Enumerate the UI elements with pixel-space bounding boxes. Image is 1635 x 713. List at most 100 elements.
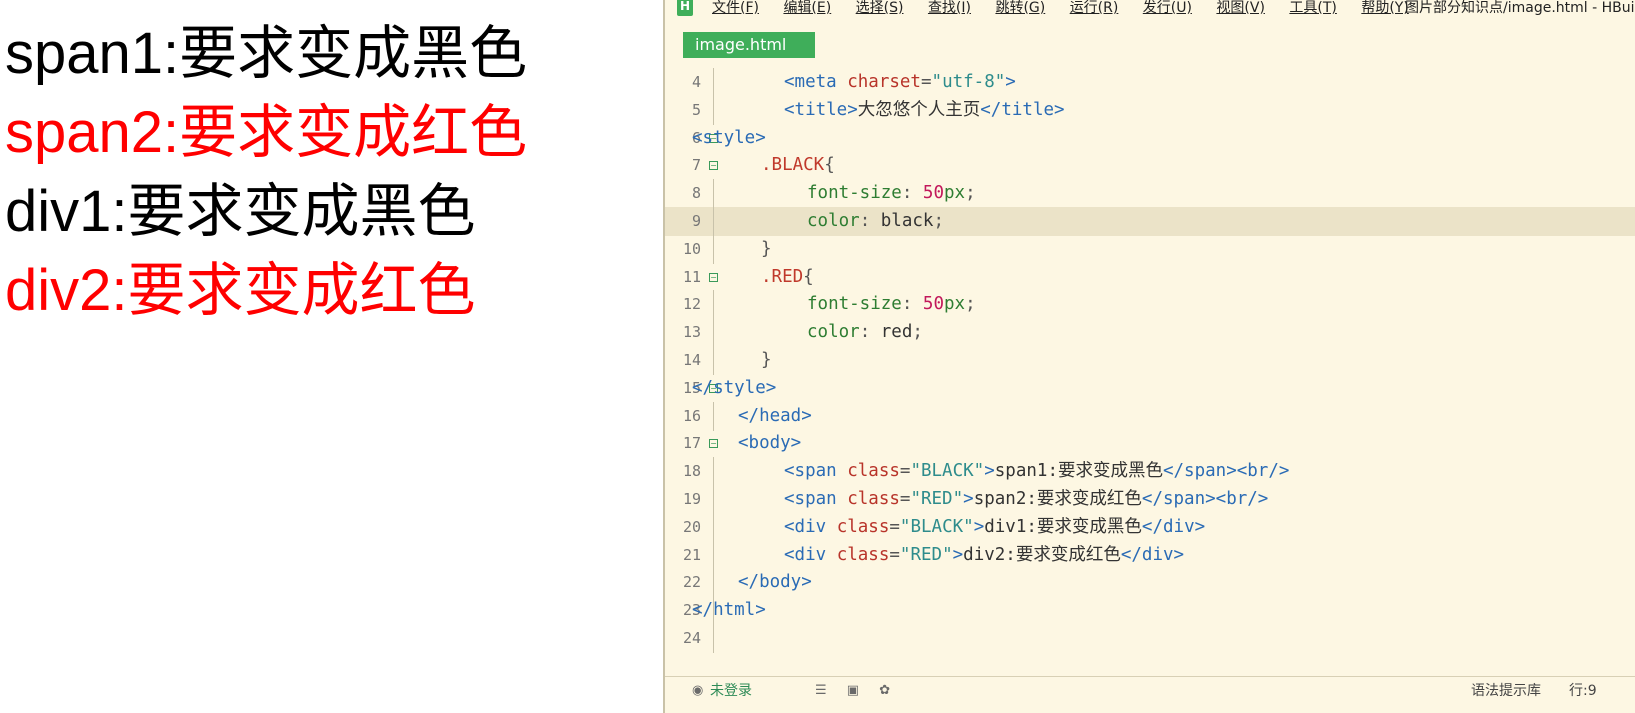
fold-guide bbox=[713, 68, 714, 97]
code-token: : bbox=[859, 322, 881, 343]
code-token: : bbox=[901, 294, 923, 315]
code-line[interactable]: 12 font-size: 50px; bbox=[665, 290, 1635, 320]
code-line[interactable]: 18 <span class="BLACK">span1:要求变成黑色</span… bbox=[665, 457, 1635, 487]
code-line[interactable]: 20 <div class="BLACK">div1:要求变成黑色</div> bbox=[665, 512, 1635, 542]
code-line[interactable]: 17− <body> bbox=[665, 429, 1635, 458]
code-token: </style> bbox=[692, 377, 777, 398]
line-number: 13 bbox=[682, 323, 701, 342]
code-text: <span class="BLACK">span1:要求变成黑色</span><… bbox=[784, 457, 1289, 486]
code-token: 50 bbox=[922, 294, 944, 315]
code-token: > bbox=[984, 461, 995, 482]
window-title: 图片部分知识点/image.html - HBuilder X bbox=[1405, 0, 1635, 16]
code-token: } bbox=[761, 238, 772, 259]
code-text: } bbox=[761, 235, 772, 264]
code-line[interactable]: 14} bbox=[665, 346, 1635, 375]
fold-toggle-icon[interactable]: − bbox=[709, 272, 718, 282]
menu-run[interactable]: 运行(R) bbox=[1070, 0, 1119, 17]
code-token: charset bbox=[847, 72, 921, 92]
code-line[interactable]: 11− .RED{ bbox=[665, 263, 1635, 292]
code-token: </body> bbox=[738, 572, 812, 593]
code-token: .BLACK bbox=[761, 155, 825, 176]
code-line[interactable]: 5 <title>大忽悠个人主页</title> bbox=[665, 95, 1635, 125]
line-number: 24 bbox=[682, 629, 701, 647]
menu-goto[interactable]: 跳转(G) bbox=[995, 0, 1045, 17]
preview-line-4: div2:要求变成红色 bbox=[5, 258, 476, 323]
fold-guide bbox=[713, 540, 714, 570]
code-text: </html> bbox=[692, 596, 766, 625]
line-number: 8 bbox=[691, 184, 701, 203]
line-number: 21 bbox=[682, 545, 701, 564]
code-line[interactable]: 19 <span class="RED">span2:要求变成红色</span><… bbox=[665, 485, 1635, 514]
code-line[interactable]: 9 color: black; bbox=[665, 207, 1635, 236]
code-text: font-size: 50px; bbox=[807, 290, 976, 319]
code-token: red bbox=[880, 322, 913, 343]
line-number: 12 bbox=[682, 295, 701, 314]
code-token: class bbox=[847, 461, 900, 482]
code-line[interactable]: 22 </body> bbox=[665, 568, 1635, 598]
menu-publish[interactable]: 发行(U) bbox=[1143, 0, 1192, 17]
menu-bar: H 文件(F) 编辑(E) 选择(S) 查找(I) 跳转(G) 运行(R) 发行… bbox=[665, 0, 1635, 20]
code-line[interactable]: 23 </html> bbox=[665, 596, 1635, 626]
code-editor-window: H 文件(F) 编辑(E) 选择(S) 查找(I) 跳转(G) 运行(R) 发行… bbox=[663, 0, 1635, 713]
plugin-icon[interactable]: ✿ bbox=[879, 683, 890, 698]
code-text: .RED{ bbox=[761, 263, 814, 292]
code-token: font-size bbox=[807, 294, 902, 315]
fold-toggle-icon[interactable]: − bbox=[709, 161, 718, 171]
code-token: <style> bbox=[692, 127, 766, 148]
code-text: </head> bbox=[738, 402, 812, 431]
menu-tools[interactable]: 工具(T) bbox=[1289, 0, 1336, 17]
code-line[interactable]: 16 </head> bbox=[665, 401, 1635, 431]
code-line[interactable]: 21 <div class="RED">div2:要求变成红色</div> bbox=[665, 540, 1635, 570]
menu-file[interactable]: 文件(F) bbox=[712, 0, 759, 17]
code-token: font-size bbox=[807, 183, 902, 204]
user-icon[interactable]: ◉ bbox=[692, 677, 703, 705]
line-number: 4 bbox=[691, 73, 701, 91]
code-token: </head> bbox=[738, 405, 812, 426]
menu-select[interactable]: 选择(S) bbox=[856, 0, 904, 17]
syntax-library-button[interactable]: 语法提示库 bbox=[1471, 677, 1541, 705]
code-line[interactable]: 10} bbox=[665, 234, 1635, 264]
code-text: </body> bbox=[738, 568, 812, 597]
fold-guide bbox=[713, 318, 714, 348]
menu-view[interactable]: 视图(V) bbox=[1216, 0, 1265, 17]
code-token: ; bbox=[933, 211, 944, 231]
code-token: color bbox=[807, 211, 860, 231]
fold-guide bbox=[713, 234, 714, 264]
code-line[interactable]: 8 font-size: 50px; bbox=[665, 179, 1635, 209]
line-number: 20 bbox=[682, 517, 701, 536]
code-token: </html> bbox=[692, 600, 766, 621]
line-number: 19 bbox=[682, 490, 701, 508]
code-text: <span class="RED">span2:要求变成红色</span><br… bbox=[784, 485, 1268, 514]
code-token: class bbox=[847, 489, 900, 509]
code-line[interactable]: 7− .BLACK{ bbox=[665, 151, 1635, 180]
menu-help[interactable]: 帮助(Y) bbox=[1361, 0, 1408, 17]
outline-icon[interactable]: ☰ bbox=[815, 683, 827, 698]
terminal-icon[interactable]: ▣ bbox=[847, 683, 859, 698]
code-token: div1:要求变成黑色 bbox=[984, 516, 1142, 537]
menu-items: 文件(F) 编辑(E) 选择(S) 查找(I) 跳转(G) 运行(R) 发行(U… bbox=[712, 0, 1429, 17]
code-token: .RED bbox=[761, 266, 804, 287]
fold-toggle-icon[interactable]: − bbox=[709, 439, 718, 449]
fold-guide bbox=[713, 401, 714, 431]
code-token: <body> bbox=[738, 433, 802, 454]
line-number: 9 bbox=[691, 212, 701, 230]
line-number: 5 bbox=[691, 100, 701, 119]
preview-line-1: span1:要求变成黑色 bbox=[5, 21, 528, 86]
code-token: "BLACK" bbox=[899, 516, 974, 537]
code-line[interactable]: 4 <meta charset="utf-8"> bbox=[665, 68, 1635, 97]
code-line[interactable]: 6− <style> bbox=[665, 124, 1635, 153]
code-token: </div> bbox=[1141, 516, 1206, 537]
line-number: 16 bbox=[682, 406, 701, 425]
menu-find[interactable]: 查找(I) bbox=[928, 0, 971, 17]
line-number: 17 bbox=[682, 434, 701, 453]
code-text: <meta charset="utf-8"> bbox=[784, 68, 1016, 97]
app-logo-icon[interactable]: H bbox=[677, 0, 693, 16]
code-line[interactable]: 24 bbox=[665, 624, 1635, 653]
code-token: black bbox=[880, 211, 934, 231]
menu-edit[interactable]: 编辑(E) bbox=[783, 0, 831, 17]
code-line[interactable]: 13 color: red; bbox=[665, 318, 1635, 348]
code-line[interactable]: 15− </style> bbox=[665, 374, 1635, 403]
login-status[interactable]: 未登录 bbox=[710, 677, 752, 705]
tab-image-html[interactable]: image.html bbox=[683, 32, 815, 58]
preview-line-3: div1:要求变成黑色 bbox=[5, 179, 476, 244]
